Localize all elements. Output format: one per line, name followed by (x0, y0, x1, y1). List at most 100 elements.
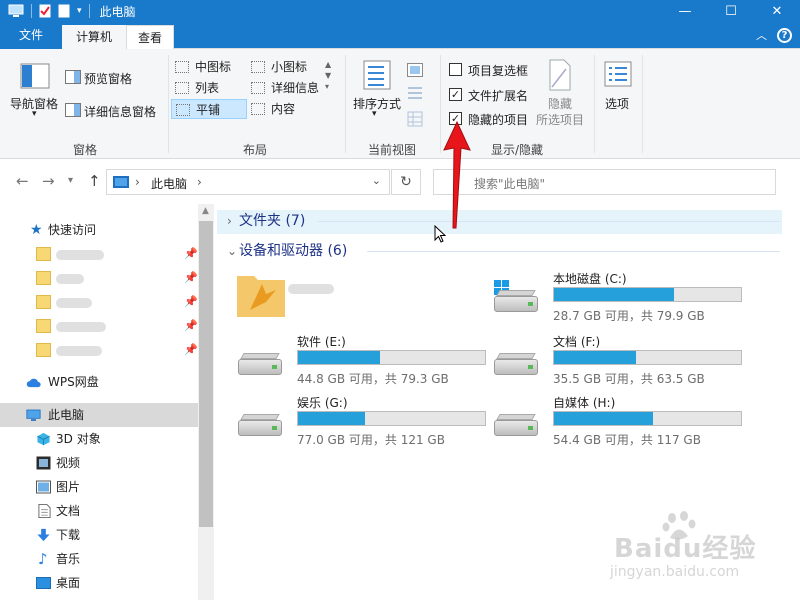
nav-music[interactable]: ♪ 音乐 (0, 547, 198, 571)
layout-small-icons[interactable]: 小图标 (247, 57, 323, 77)
nav-pinned-folder[interactable]: 📌 (0, 314, 198, 338)
nav-wps-drive[interactable]: WPS网盘 (0, 370, 198, 394)
properties-icon[interactable] (39, 4, 51, 18)
nav-videos[interactable]: 视频 (0, 451, 198, 475)
drive-g[interactable]: 娱乐 (G:) 77.0 GB 可用，共 121 GB (236, 394, 486, 450)
nav-pinned-folder[interactable]: 📌 (0, 338, 198, 362)
layout-scroll-icon[interactable]: ▲ ▼ ▾ (325, 59, 331, 92)
file-extensions-label: 文件扩展名 (468, 89, 529, 103)
close-button[interactable]: ✕ (754, 0, 800, 22)
nav-3d-objects[interactable]: 3D 对象 (0, 427, 198, 451)
cube-icon (37, 432, 50, 446)
drive-info: 77.0 GB 可用，共 121 GB (297, 433, 445, 447)
download-arrow-icon (37, 528, 50, 542)
maximize-button[interactable]: ☐ (708, 0, 754, 22)
minimize-button[interactable]: — (662, 0, 708, 22)
hide-selected-button[interactable]: 隐藏 (548, 95, 572, 112)
breadcrumb-separator-icon[interactable]: › (135, 175, 140, 189)
address-dropdown-icon[interactable]: ⌄ (372, 174, 381, 187)
nav-pictures[interactable]: 图片 (0, 475, 198, 499)
refresh-button[interactable]: ↻ (391, 169, 421, 195)
drive-usage-fill (554, 288, 674, 301)
nav-quick-access[interactable]: ★ 快速访问 (0, 218, 198, 242)
tab-file[interactable]: 文件 (0, 22, 62, 49)
chevron-down-icon[interactable]: ▾ (372, 109, 377, 119)
drive-info: 28.7 GB 可用，共 79.9 GB (553, 309, 705, 323)
drive-e[interactable]: 软件 (E:) 44.8 GB 可用，共 79.3 GB (236, 333, 486, 389)
preview-pane-button[interactable]: 预览窗格 (84, 70, 132, 87)
sort-by-button[interactable]: 排序方式 (353, 95, 401, 112)
nav-pinned-folder[interactable]: 📌 (0, 290, 198, 314)
pin-icon[interactable]: 📌 (184, 314, 198, 338)
tab-computer[interactable]: 计算机 (62, 25, 126, 49)
back-arrow-icon[interactable]: ← (16, 172, 29, 190)
hide-selected-icon[interactable] (548, 59, 572, 91)
item-checkboxes-checkbox[interactable] (449, 63, 462, 76)
drive-name: 本地磁盘 (C:) (553, 272, 627, 286)
details-pane-button[interactable]: 详细信息窗格 (84, 103, 156, 120)
sort-by-icon[interactable] (362, 59, 392, 91)
options-button[interactable]: 选项 (605, 95, 629, 112)
scroll-thumb[interactable] (199, 221, 213, 527)
pin-icon[interactable]: 📌 (184, 338, 198, 362)
chevron-up-icon[interactable]: ︿ (756, 27, 767, 43)
layout-content[interactable]: 内容 (247, 99, 323, 119)
drive-c[interactable]: 本地磁盘 (C:) 28.7 GB 可用，共 79.9 GB (492, 270, 742, 326)
layout-tiles[interactable]: 平铺 (171, 99, 247, 119)
pin-icon[interactable]: 📌 (184, 242, 198, 266)
tiles-icon (176, 104, 190, 116)
up-arrow-icon[interactable]: ↑ (88, 172, 101, 190)
computer-icon (8, 4, 24, 17)
computer-icon (113, 176, 129, 188)
quick-access-toolbar: ▾ (0, 0, 90, 22)
hard-drive-icon (492, 406, 540, 436)
chevron-down-icon[interactable]: ▾ (32, 109, 37, 119)
drive-h[interactable]: 自媒体 (H:) 54.4 GB 可用，共 117 GB (492, 394, 742, 450)
navigation-pane-icon[interactable] (20, 63, 50, 89)
recent-locations-icon[interactable]: ▾ (68, 175, 73, 186)
group-title-current-view: 当前视图 (367, 143, 416, 157)
group-by-icon[interactable] (407, 63, 429, 77)
group-separator (440, 55, 441, 153)
file-extensions-checkbox[interactable]: ✓ (449, 88, 462, 101)
group-header-devices[interactable]: ⌄ 设备和驱动器 (6) (217, 240, 782, 264)
group-header-folders[interactable]: › 文件夹 (7) (217, 210, 782, 234)
new-folder-icon[interactable] (58, 4, 70, 18)
options-icon[interactable] (604, 61, 632, 87)
drive-f[interactable]: 文档 (F:) 35.5 GB 可用，共 63.5 GB (492, 333, 742, 389)
drive-usage-fill (298, 412, 366, 425)
add-columns-icon[interactable] (407, 86, 429, 100)
nav-pinned-folder[interactable]: 📌 (0, 242, 198, 266)
nav-this-pc[interactable]: 此电脑 (0, 403, 198, 427)
help-icon[interactable]: ? (777, 27, 792, 43)
group-separator (168, 55, 169, 153)
address-bar[interactable]: › 此电脑 › ⌄ (106, 169, 390, 195)
layout-medium-icons[interactable]: 中图标 (171, 57, 247, 77)
nav-downloads[interactable]: 下载 (0, 523, 198, 547)
layout-details[interactable]: 详细信息 (247, 78, 323, 98)
device-blurred[interactable] (236, 270, 334, 318)
nav-desktop[interactable]: 桌面 (0, 571, 198, 595)
drive-info: 35.5 GB 可用，共 63.5 GB (553, 372, 705, 386)
breadcrumb-this-pc[interactable]: 此电脑 (151, 175, 187, 192)
nav-documents[interactable]: 文档 (0, 499, 198, 523)
drive-usage-bar (553, 287, 742, 302)
folder-icon (36, 343, 51, 357)
forward-arrow-icon[interactable]: → (42, 172, 55, 190)
search-placeholder: 搜索"此电脑" (474, 177, 546, 191)
customize-toolbar-icon[interactable]: ▾ (77, 6, 82, 16)
tab-view[interactable]: 查看 (126, 25, 174, 50)
nav-pinned-folder[interactable]: 📌 (0, 266, 198, 290)
content-icon (251, 103, 265, 115)
nav-scrollbar[interactable]: ▲ (198, 204, 214, 600)
search-box[interactable]: 搜索"此电脑" (433, 169, 776, 195)
group-separator (345, 55, 346, 153)
pin-icon[interactable]: 📌 (184, 266, 198, 290)
size-columns-icon[interactable] (407, 111, 423, 127)
scroll-up-icon[interactable]: ▲ (202, 206, 209, 216)
layout-list[interactable]: 列表 (171, 78, 247, 98)
pin-icon[interactable]: 📌 (184, 290, 198, 314)
refresh-icon: ↻ (400, 174, 412, 190)
preview-pane-icon (65, 70, 81, 84)
breadcrumb-chevron-icon[interactable]: › (197, 175, 202, 189)
